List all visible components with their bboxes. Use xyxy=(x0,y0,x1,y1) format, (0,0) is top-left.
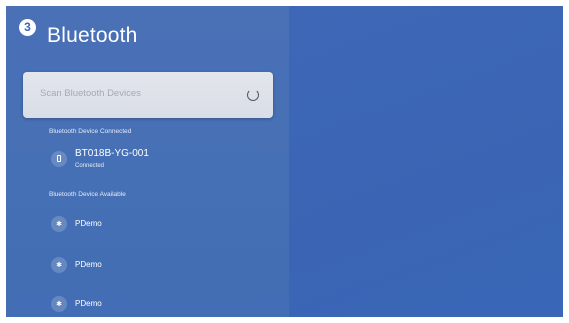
scan-bluetooth-devices-button[interactable]: Scan Bluetooth Devices xyxy=(23,72,273,118)
scan-button-label: Scan Bluetooth Devices xyxy=(40,88,141,99)
spinner-icon xyxy=(247,89,259,101)
available-device-name: PDemo xyxy=(75,299,102,308)
bluetooth-icon: ✱ xyxy=(51,257,67,273)
settings-panel: 3 Bluetooth Scan Bluetooth Devices Bluet… xyxy=(6,6,289,317)
page-title: Bluetooth xyxy=(47,24,138,47)
preview-panel xyxy=(289,6,563,317)
bluetooth-icon: ✱ xyxy=(51,216,67,232)
step-number-badge: 3 xyxy=(19,19,36,36)
available-device-name: PDemo xyxy=(75,219,102,228)
phone-icon xyxy=(51,151,67,167)
tv-screen: 3 Bluetooth Scan Bluetooth Devices Bluet… xyxy=(6,6,563,317)
available-section-heading: Bluetooth Device Available xyxy=(49,191,126,198)
connected-section-heading: Bluetooth Device Connected xyxy=(49,128,132,135)
available-device-name: PDemo xyxy=(75,260,102,269)
bluetooth-icon: ✱ xyxy=(51,296,67,312)
connected-device-status: Connected xyxy=(75,163,105,169)
connected-device-name: BT018B-YG-001 xyxy=(75,148,149,159)
